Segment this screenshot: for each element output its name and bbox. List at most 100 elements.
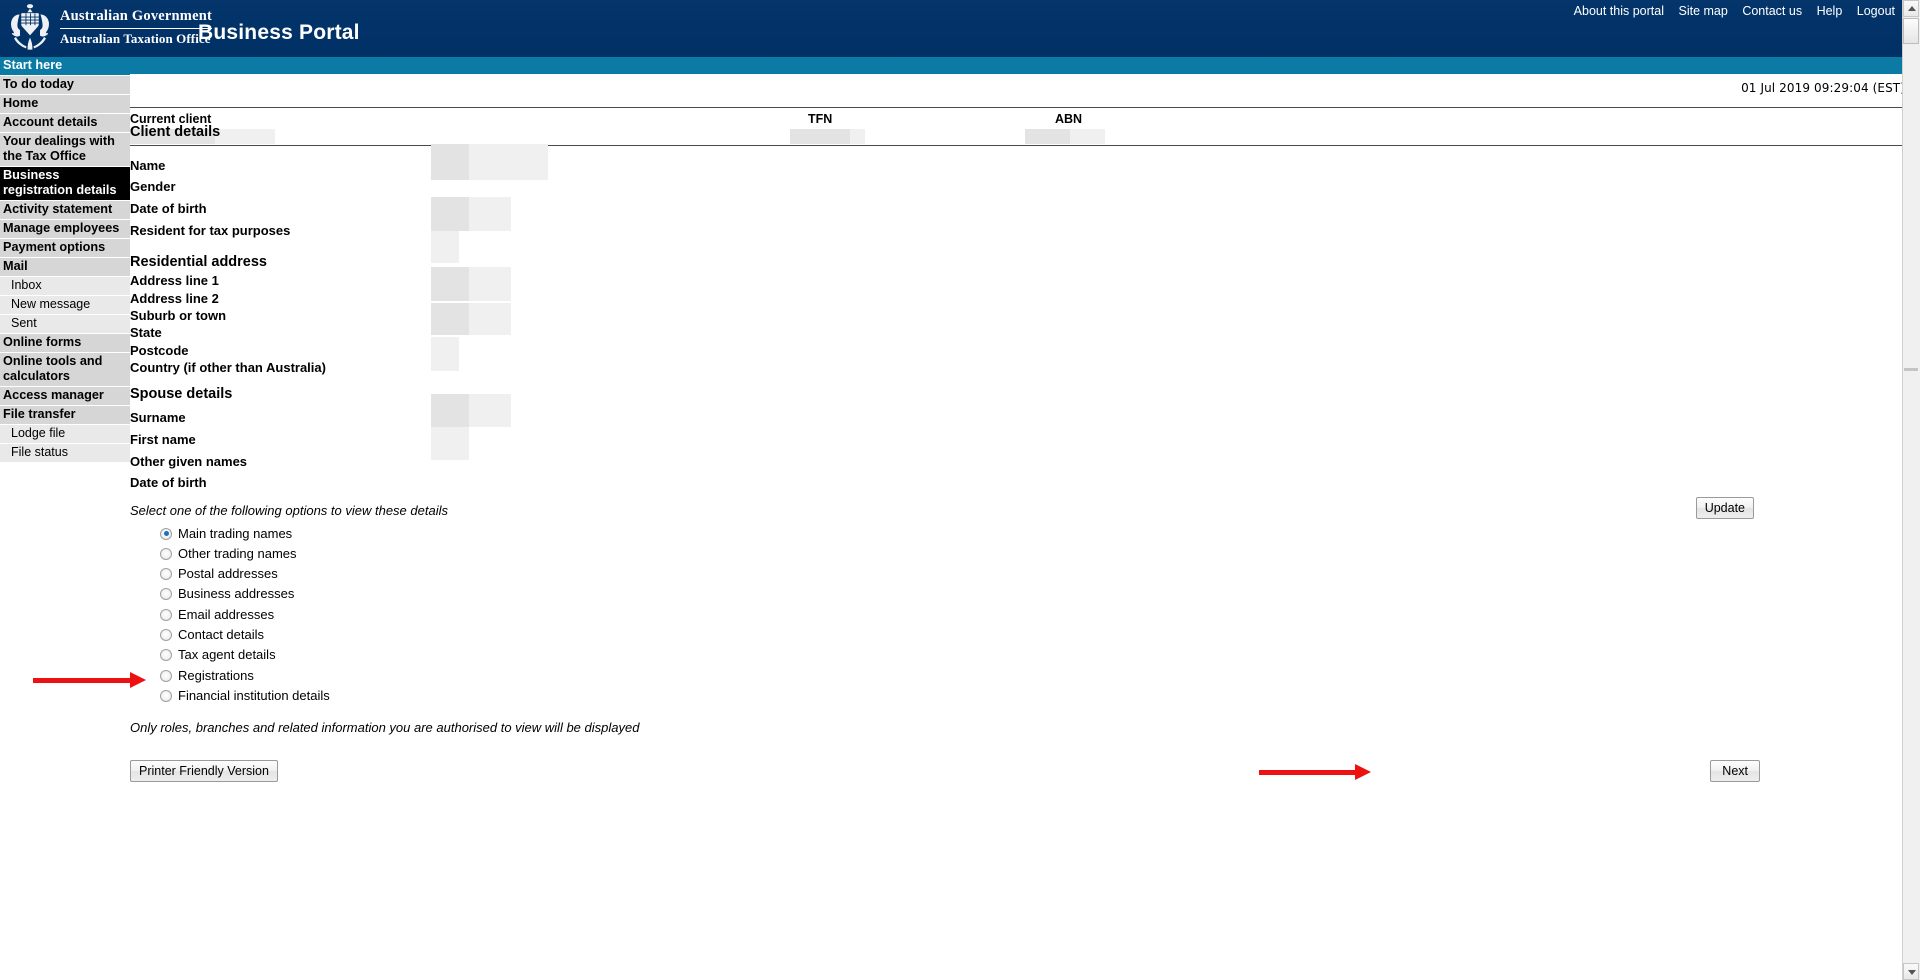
value-redacted-surname (431, 394, 469, 427)
sidebar-item-file-status[interactable]: File status (0, 444, 130, 463)
radio-button-icon[interactable] (160, 669, 172, 682)
government-wordmark: Australian Government Australian Taxatio… (60, 7, 213, 47)
value-redacted-firstname (431, 427, 469, 460)
radio-label: Main trading names (178, 526, 293, 541)
radio-label: Contact details (178, 627, 264, 642)
sidebar-item-file-transfer[interactable]: File transfer (0, 406, 130, 425)
update-button[interactable]: Update (1695, 497, 1754, 519)
sidebar-item-sent[interactable]: Sent (0, 315, 130, 334)
abn-value-redacted-2 (1070, 129, 1105, 144)
scroll-down-arrow-icon[interactable] (1903, 963, 1919, 980)
radio-label: Postal addresses (178, 566, 278, 581)
field-label-address-line-2: Address line 2 (130, 291, 219, 306)
sidebar-item-payment-options[interactable]: Payment options (0, 239, 130, 258)
value-redacted-postcode (431, 337, 459, 371)
field-label-suburb-or-town: Suburb or town (130, 308, 227, 323)
radio-button-icon[interactable] (160, 689, 172, 702)
field-label-resident-for-tax: Resident for tax purposes (130, 223, 291, 238)
site-header: Australian Government Australian Taxatio… (0, 0, 1920, 57)
value-redacted-name (431, 144, 469, 180)
sidebar-item-manage-employees[interactable]: Manage employees (0, 220, 130, 239)
radio-label: Other trading names (178, 546, 297, 561)
value-redacted-addr1-2 (469, 267, 511, 301)
nav-site-map[interactable]: Site map (1678, 4, 1727, 18)
field-label-date-of-birth: Date of birth (130, 201, 207, 216)
tfn-value-redacted (790, 129, 850, 144)
radio-button-icon[interactable] (160, 527, 172, 540)
printer-friendly-button[interactable]: Printer Friendly Version (130, 760, 278, 782)
value-redacted-resident (431, 231, 459, 263)
sidebar-item-mail[interactable]: Mail (0, 258, 130, 277)
client-bar-bottom-divider (130, 145, 1914, 146)
client-details-heading: Client details (130, 124, 221, 140)
radio-label: Business addresses (178, 586, 295, 601)
radio-label: Email addresses (178, 607, 275, 622)
government-line-1: Australian Government (60, 8, 213, 24)
value-redacted-dob-2 (469, 197, 511, 231)
sidebar-item-online-tools[interactable]: Online tools and calculators (0, 353, 130, 387)
value-redacted-addr1 (431, 267, 469, 301)
radio-button-icon[interactable] (160, 567, 172, 580)
page-scrollbar[interactable] (1902, 0, 1920, 980)
options-instruction: Select one of the following options to v… (130, 503, 448, 518)
sidebar-item-access-manager[interactable]: Access manager (0, 387, 130, 406)
radio-row-financial-institution-details[interactable]: Financial institution details (160, 687, 330, 704)
nav-logout[interactable]: Logout (1857, 4, 1895, 18)
radio-button-icon[interactable] (160, 648, 172, 661)
sidebar-item-your-dealings[interactable]: Your dealings with the Tax Office (0, 133, 130, 167)
radio-row-contact-details[interactable]: Contact details (160, 626, 264, 643)
field-label-state: State (130, 325, 162, 340)
radio-row-email-addresses[interactable]: Email addresses (160, 606, 274, 623)
field-label-country: Country (if other than Australia) (130, 360, 326, 375)
field-label-address-line-1: Address line 1 (130, 273, 219, 288)
scrollbar-thumb[interactable] (1903, 18, 1919, 44)
nav-about-this-portal[interactable]: About this portal (1574, 4, 1664, 18)
sidebar-item-business-registration-details[interactable]: Business registration details (0, 167, 130, 201)
sidebar-item-inbox[interactable]: Inbox (0, 277, 130, 296)
radio-button-icon[interactable] (160, 547, 172, 560)
radio-row-registrations[interactable]: Registrations (160, 667, 254, 684)
next-button[interactable]: Next (1710, 760, 1760, 782)
page-title: Business Portal (198, 21, 360, 44)
current-client-value-redacted-2 (215, 129, 275, 144)
radio-row-main-trading-names[interactable]: Main trading names (160, 525, 292, 542)
value-redacted-name-2 (469, 144, 548, 180)
field-label-spouse-dob: Date of birth (130, 475, 207, 490)
field-label-first-name: First name (130, 432, 196, 447)
radio-label: Financial institution details (178, 688, 330, 703)
tfn-label: TFN (808, 112, 833, 126)
radio-button-icon[interactable] (160, 587, 172, 600)
radio-button-icon[interactable] (160, 628, 172, 641)
radio-row-postal-addresses[interactable]: Postal addresses (160, 565, 278, 582)
sidebar-item-activity-statement[interactable]: Activity statement (0, 201, 130, 220)
scroll-up-arrow-icon[interactable] (1903, 0, 1919, 17)
radio-button-icon[interactable] (160, 608, 172, 621)
sidebar-item-new-message[interactable]: New message (0, 296, 130, 315)
value-redacted-surname-2 (469, 394, 511, 427)
sidebar-item-online-forms[interactable]: Online forms (0, 334, 130, 353)
field-label-postcode: Postcode (130, 343, 189, 358)
sidebar-item-lodge-file[interactable]: Lodge file (0, 425, 130, 444)
radio-label: Registrations (178, 668, 254, 683)
radio-label: Tax agent details (178, 647, 276, 662)
radio-row-business-addresses[interactable]: Business addresses (160, 585, 294, 602)
radio-row-tax-agent-details[interactable]: Tax agent details (160, 646, 276, 663)
australian-coat-of-arms-icon (11, 4, 49, 50)
abn-value-redacted (1025, 129, 1070, 144)
nav-help[interactable]: Help (1817, 4, 1843, 18)
field-label-other-given-names: Other given names (130, 454, 248, 469)
value-redacted-dob (431, 197, 469, 231)
spouse-details-heading: Spouse details (130, 386, 233, 402)
session-timestamp: 01 Jul 2019 09:29:04 (EST) (1741, 81, 1905, 95)
sidebar-item-start-here[interactable]: Start here (0, 57, 130, 76)
field-label-gender: Gender (130, 179, 176, 194)
sidebar-navigation: Start here To do today Home Account deta… (0, 57, 130, 487)
client-bar-top-divider (130, 107, 1914, 108)
sidebar-item-home[interactable]: Home (0, 95, 130, 114)
radio-row-other-trading-names[interactable]: Other trading names (160, 545, 297, 562)
sidebar-item-account-details[interactable]: Account details (0, 114, 130, 133)
sidebar-item-to-do-today[interactable]: To do today (0, 76, 130, 95)
teal-accent-bar (130, 57, 1920, 74)
field-label-name: Name (130, 158, 166, 173)
nav-contact-us[interactable]: Contact us (1742, 4, 1802, 18)
